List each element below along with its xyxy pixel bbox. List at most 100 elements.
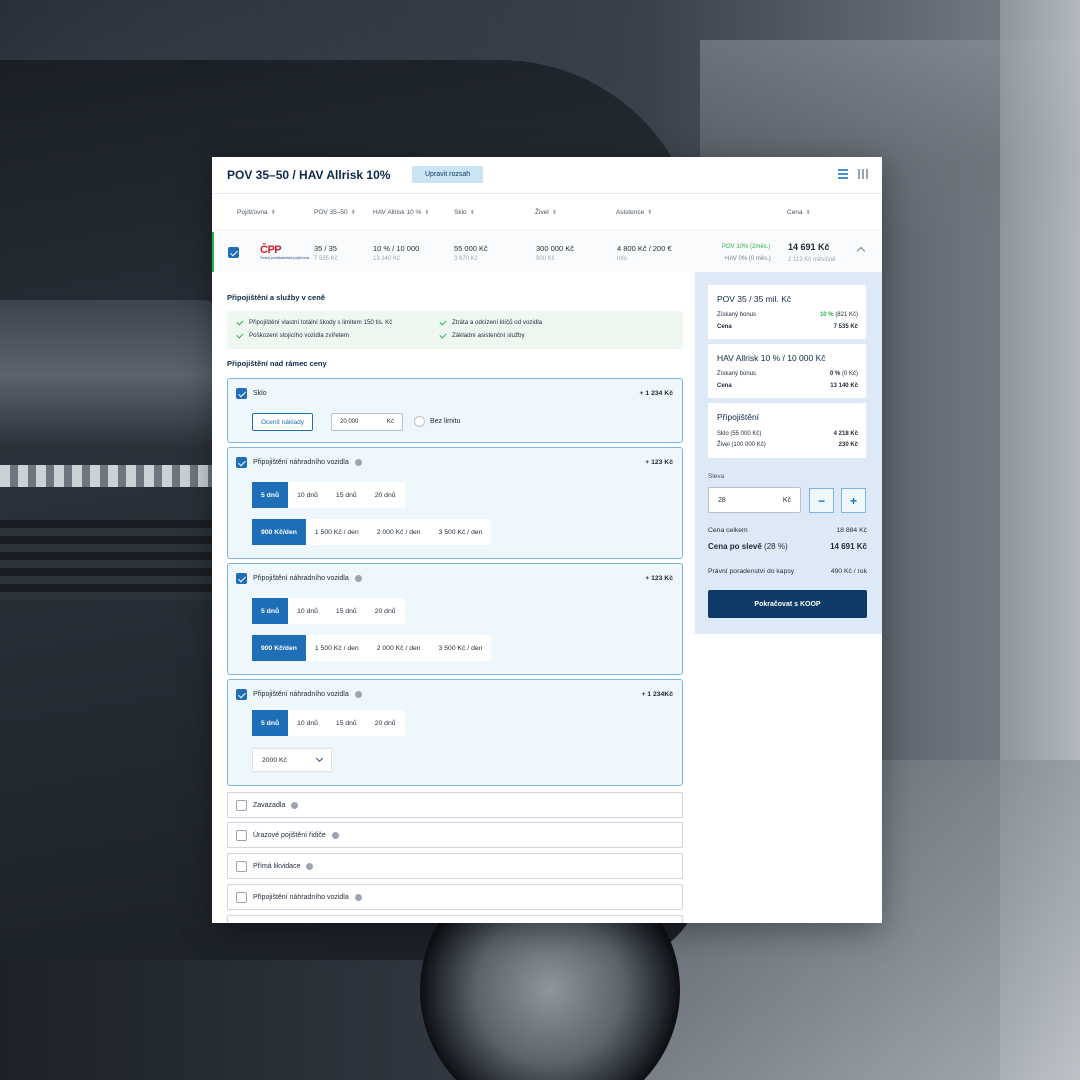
option-checkbox[interactable] xyxy=(236,891,247,903)
days-option[interactable]: 15 dnů xyxy=(327,482,366,508)
pov-value: 35 / 35 xyxy=(314,244,337,253)
offer-price: 14 691 Kč xyxy=(788,242,830,252)
extra-replacement-3: Připojištění náhradního vozidla + 1 234K… xyxy=(227,679,683,786)
offer-monthly-price: 2 113 Kč měsíčně xyxy=(788,257,836,263)
col-price[interactable]: Cena ⬍ xyxy=(787,209,811,216)
sklo-value: 55 000 Kč xyxy=(454,244,488,253)
option-row[interactable]: Připojištění náhradního vozidla xyxy=(227,884,683,910)
rate-option[interactable]: 3 500 Kč / den xyxy=(430,635,492,661)
help-icon[interactable] xyxy=(354,893,362,901)
help-icon[interactable] xyxy=(354,459,362,466)
bonus-pov: POV 10% (2měs.) xyxy=(722,244,771,250)
help-icon[interactable] xyxy=(291,801,299,809)
page-title: POV 35–50 / HAV Allrisk 10% xyxy=(227,168,391,182)
hav-card-title: HAV Allrisk 10 % / 10 000 Kč xyxy=(717,353,826,363)
check-icon xyxy=(439,330,447,339)
estimate-costs-button[interactable]: Ocenit náklady xyxy=(252,413,313,431)
days-option[interactable]: 10 dnů xyxy=(288,598,327,624)
extras-title: Připojištění nad rámec ceny xyxy=(227,359,327,368)
discount-label: Sleva xyxy=(708,473,725,480)
offer-checkbox[interactable] xyxy=(228,247,239,258)
replacement-1-price: + 123 Kč xyxy=(645,459,673,466)
legal-advice-row: Právní poradenství do kapsy 490 Kč / rok xyxy=(708,568,867,575)
days-option[interactable]: 5 dnů xyxy=(252,710,289,736)
days-option[interactable]: 20 dnů xyxy=(366,598,405,624)
discounted-price-row: Cena po slevě (28 %) 14 691 Kč xyxy=(708,542,867,551)
no-limit-option[interactable]: Bez limitu xyxy=(414,416,460,427)
rate-option[interactable]: 3 500 Kč / den xyxy=(430,519,492,545)
collapse-chevron-icon[interactable] xyxy=(856,246,866,256)
check-icon xyxy=(236,317,244,326)
amount-dropdown[interactable]: 2000 Kč xyxy=(252,748,332,772)
days-selector: 5 dnů 10 dnů 15 dnů 20 dnů xyxy=(252,598,405,624)
sklo-checkbox[interactable] xyxy=(236,388,247,399)
rate-option[interactable]: 900 Kč/den xyxy=(252,635,306,661)
sklo-price: 3 670 Kč xyxy=(454,256,478,262)
col-pov[interactable]: POV 35–50 ⬍ xyxy=(314,209,356,216)
col-hav[interactable]: HAV Allrisk 10 % ⬍ xyxy=(373,209,429,216)
days-option[interactable]: 20 dnů xyxy=(366,710,405,736)
replacement-1-checkbox[interactable] xyxy=(236,457,247,468)
pov-card-title: POV 35 / 35 mil. Kč xyxy=(717,294,792,304)
sklo-label: Sklo xyxy=(253,390,267,397)
included-list: Připojištění vlastní totální škody s lim… xyxy=(227,311,683,349)
chevron-down-icon xyxy=(315,754,324,763)
hav-price: 13 140 Kč xyxy=(373,256,401,262)
col-insurer[interactable]: Pojišťovna ⬍ xyxy=(237,209,276,216)
option-row[interactable]: Úrazové pojištění řidiče xyxy=(227,822,683,848)
replacement-2-checkbox[interactable] xyxy=(236,573,247,584)
col-zivel[interactable]: Živel ⬍ xyxy=(535,209,557,216)
days-option[interactable]: 15 dnů xyxy=(327,710,366,736)
col-asistence[interactable]: Asistence ⬍ xyxy=(616,209,652,216)
column-view-icon[interactable] xyxy=(858,169,868,179)
discount-input[interactable]: 28 Kč xyxy=(708,487,801,513)
list-item: Připojištění vlastní totální škody s lim… xyxy=(236,317,392,326)
help-icon[interactable] xyxy=(354,575,362,582)
edit-scope-button[interactable]: Upravit rozsah xyxy=(412,166,484,183)
col-sklo[interactable]: Sklo ⬍ xyxy=(454,209,475,216)
rate-option[interactable]: 1 500 Kč / den xyxy=(306,635,368,661)
option-row[interactable]: Přímá likvidace xyxy=(227,853,683,879)
days-option[interactable]: 10 dnů xyxy=(288,482,327,508)
option-checkbox[interactable] xyxy=(236,922,247,923)
option-row[interactable] xyxy=(227,915,683,923)
offer-row[interactable]: ČPP Česká podnikatelská pojišťovna 35 / 3… xyxy=(212,232,882,272)
days-selector: 5 dnů 10 dnů 15 dnů 20 dnů xyxy=(252,482,405,508)
list-view-icon[interactable] xyxy=(838,169,848,179)
price-summary: POV 35 / 35 mil. Kč Získaný bonus 10 % (8… xyxy=(695,272,882,634)
rate-selector: 900 Kč/den 1 500 Kč / den 2 000 Kč / den… xyxy=(252,519,492,545)
asistence-info-link[interactable]: Info xyxy=(617,256,627,262)
replacement-3-price: + 1 234Kč xyxy=(641,691,673,698)
option-checkbox[interactable] xyxy=(236,829,247,841)
option-checkbox[interactable] xyxy=(236,860,247,872)
days-option[interactable]: 20 dnů xyxy=(366,482,405,508)
replacement-3-checkbox[interactable] xyxy=(236,689,247,700)
increase-discount-button[interactable]: + xyxy=(841,488,866,513)
rate-option[interactable]: 1 500 Kč / den xyxy=(306,519,368,545)
continue-button[interactable]: Pokračovat s KOOP xyxy=(708,590,867,618)
days-option[interactable]: 5 dnů xyxy=(252,598,289,624)
help-icon[interactable] xyxy=(354,691,362,698)
rate-option[interactable]: 900 Kč/den xyxy=(252,519,306,545)
included-title: Připojištění a služby v ceně xyxy=(227,293,325,302)
rate-selector: 900 Kč/den 1 500 Kč / den 2 000 Kč / den… xyxy=(252,635,492,661)
check-icon xyxy=(439,317,447,326)
help-icon[interactable] xyxy=(331,831,339,839)
no-limit-radio[interactable] xyxy=(414,416,425,427)
rate-option[interactable]: 2 000 Kč / den xyxy=(368,519,430,545)
list-item: Ztráta a odcizení klíčů od vozidla xyxy=(439,317,542,326)
days-option[interactable]: 10 dnů xyxy=(288,710,327,736)
option-row[interactable]: Zavazadla xyxy=(227,792,683,818)
rate-option[interactable]: 2 000 Kč / den xyxy=(368,635,430,661)
replacement-2-price: + 123 Kč xyxy=(645,575,673,582)
zivel-value: 300 000 Kč xyxy=(536,244,574,253)
help-icon[interactable] xyxy=(306,862,314,870)
option-checkbox[interactable] xyxy=(236,799,247,811)
sklo-limit-input[interactable]: 20 000 Kč xyxy=(331,413,403,431)
decrease-discount-button[interactable]: − xyxy=(809,488,834,513)
days-option[interactable]: 15 dnů xyxy=(327,598,366,624)
panel-header: POV 35–50 / HAV Allrisk 10% Upravit rozs… xyxy=(212,157,882,194)
replacement-3-label: Připojištění náhradního vozidla xyxy=(253,691,349,698)
days-option[interactable]: 5 dnů xyxy=(252,482,289,508)
zivel-price: 900 Kč xyxy=(536,256,555,262)
